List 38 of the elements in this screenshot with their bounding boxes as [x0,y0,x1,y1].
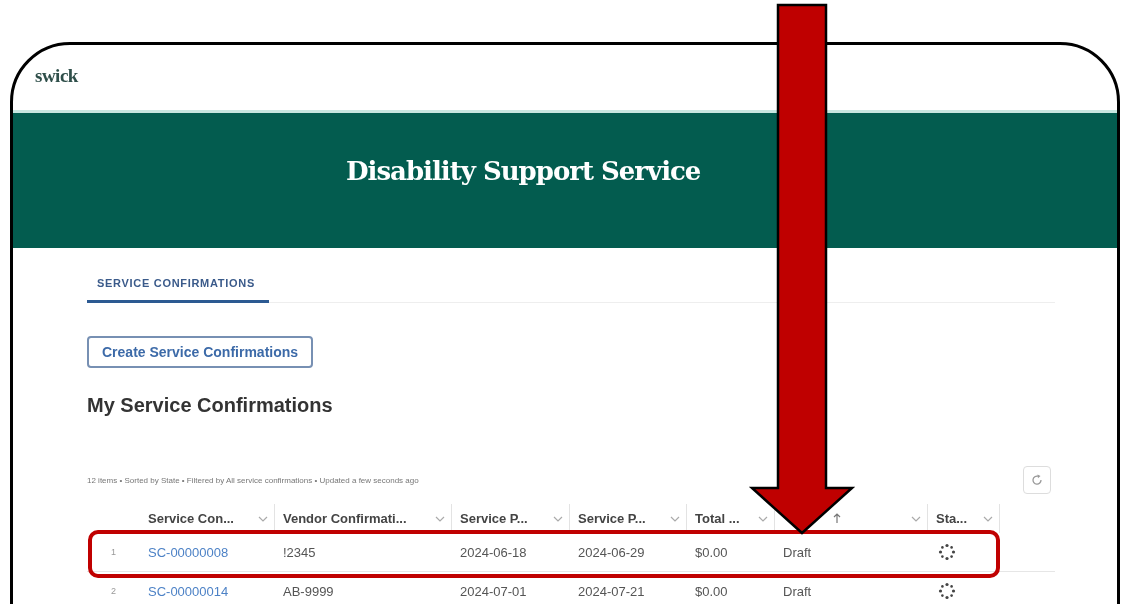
tab[interactable]: SERVICE CONFIRMATIONS [87,268,269,303]
record-link[interactable]: SC-00000014 [148,583,229,599]
column-header[interactable]: Vendor Confirmati... [283,511,407,526]
row-number: 2 [111,586,116,596]
logo[interactable]: swick [35,65,78,87]
chevron-icon[interactable] [258,515,268,522]
spinner-icon [938,543,956,561]
sort-icon[interactable] [833,513,841,524]
column-header[interactable]: Service P... [578,511,646,526]
row-number: 1 [111,547,116,557]
column-header[interactable]: Sta... [936,511,968,526]
table-cell: 2024-06-18 [460,544,527,560]
chevron-icon[interactable] [435,515,445,522]
chevron-icon[interactable] [553,515,563,522]
table-cell: AB-9999 [283,583,334,599]
refresh-button[interactable] [1023,466,1051,494]
column-header[interactable]: Total ... [695,511,740,526]
table-cell: Draft [783,544,812,560]
chevron-icon[interactable] [758,515,768,522]
record-link[interactable]: SC-00000008 [148,544,229,560]
table-cell: $0.00 [695,583,728,599]
table-cell: !2345 [283,544,316,560]
table-cell: Draft [783,583,812,599]
list-info: 12 items • Sorted by State • Filtered by All service confirmations • Updated a few seconds ago [87,475,419,485]
chevron-icon[interactable] [911,515,921,522]
table-cell: $0.00 [695,544,728,560]
column-header[interactable]: Service Con... [148,511,234,526]
refresh-icon [1031,474,1043,486]
chevron-icon[interactable] [983,515,993,522]
column-header[interactable]: Service P... [460,511,528,526]
table-cell: 2024-06-29 [578,544,645,560]
table-cell: 2024-07-01 [460,583,527,599]
banner-title: Disability Support Service [346,155,701,186]
table-cell: 2024-07-21 [578,583,645,599]
chevron-icon[interactable] [670,515,680,522]
create-button[interactable]: Create Service Confirmations [87,336,314,368]
spinner-icon [938,582,956,600]
list-title: My Service Confirmations [87,394,334,417]
